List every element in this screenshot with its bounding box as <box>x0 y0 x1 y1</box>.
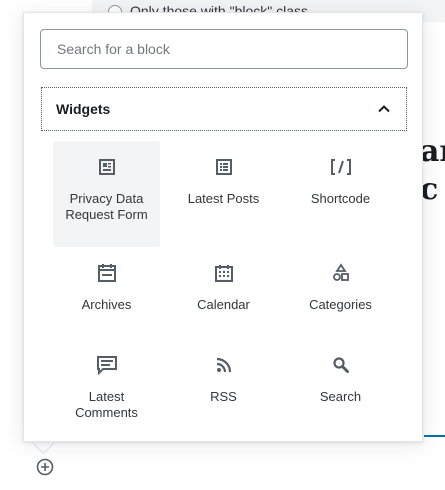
block-label: Search <box>319 389 362 404</box>
block-label: Calendar <box>197 297 250 312</box>
block-label: Latest Posts <box>187 191 260 206</box>
background-accent-line <box>424 435 445 437</box>
block-item-search[interactable]: Search <box>287 339 394 445</box>
block-item-latest-comments[interactable]: Latest Comments <box>53 339 160 445</box>
search-icon <box>329 353 353 377</box>
calendar-icon <box>212 261 236 285</box>
block-grid: Privacy Data Request Form Latest Posts S… <box>53 141 405 445</box>
shortcode-icon <box>329 155 353 179</box>
block-label: Latest Comments <box>75 389 138 420</box>
block-item-latest-posts[interactable]: Latest Posts <box>170 141 277 247</box>
plus-circle-icon <box>36 458 54 476</box>
block-item-rss[interactable]: RSS <box>170 339 277 445</box>
block-inserter-popover: Widgets Privacy Data Request Form <box>23 12 423 442</box>
chevron-up-icon <box>378 105 390 113</box>
latest-comments-icon <box>95 353 119 377</box>
add-block-button[interactable] <box>36 458 54 476</box>
rss-icon <box>212 353 236 377</box>
block-item-categories[interactable]: Categories <box>287 247 394 339</box>
block-item-archives[interactable]: Archives <box>53 247 160 339</box>
block-search-input[interactable] <box>40 29 408 69</box>
block-item-privacy-data-request-form[interactable]: Privacy Data Request Form <box>53 141 160 247</box>
block-label: Privacy Data Request Form <box>65 191 148 222</box>
categories-icon <box>329 261 353 285</box>
background-heading-line1: ar <box>420 134 445 169</box>
block-label: RSS <box>210 389 237 404</box>
archives-icon <box>95 261 119 285</box>
widgets-panel-toggle[interactable]: Widgets <box>41 87 407 131</box>
block-label: Categories <box>309 297 372 312</box>
background-heading-line2: c I <box>420 172 445 207</box>
block-item-calendar[interactable]: Calendar <box>170 247 277 339</box>
latest-posts-icon <box>212 155 236 179</box>
panel-title: Widgets <box>56 101 111 117</box>
block-item-shortcode[interactable]: Shortcode <box>287 141 394 247</box>
privacy-form-icon <box>95 155 119 179</box>
block-label: Archives <box>81 297 132 312</box>
block-label: Shortcode <box>310 191 371 206</box>
